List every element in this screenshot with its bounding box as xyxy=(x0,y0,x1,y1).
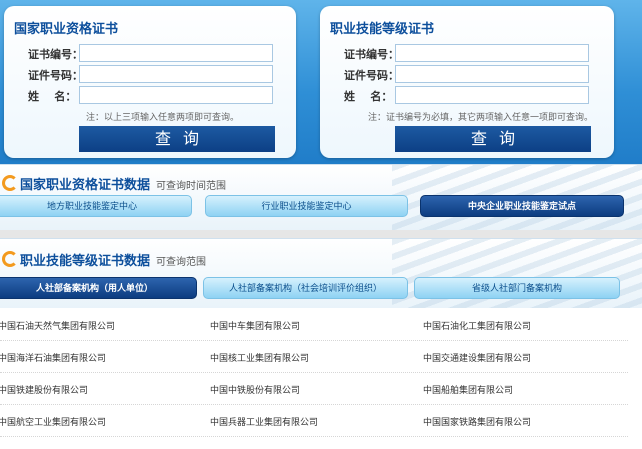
skill-id-number-label: 证件号码： xyxy=(344,69,399,82)
id-number-row: 证件号码： xyxy=(4,65,296,83)
qualification-data-heading: 国家职业资格证书数据 可查询时间范围 xyxy=(2,173,226,193)
list-item[interactable]: 中国铁建股份有限公司 xyxy=(0,383,88,396)
tab-central-enterprise-pilot[interactable]: 中央企业职业技能鉴定试点 xyxy=(420,195,624,217)
swirl-logo-icon-2 xyxy=(2,251,18,267)
id-number-label: 证件号码： xyxy=(28,69,83,82)
qualification-data-subtitle: 可查询时间范围 xyxy=(156,181,227,192)
skill-id-number-input[interactable] xyxy=(395,65,589,83)
skill-name-row: 姓 名： xyxy=(320,86,614,104)
table-row: 中国石油天然气集团有限公司 中国中车集团有限公司 中国石油化工集团有限公司 xyxy=(0,309,628,341)
tab-local-appraisal-center[interactable]: 地方职业技能鉴定中心 xyxy=(0,195,192,217)
skill-cert-number-row: 证书编号： xyxy=(320,44,614,62)
skill-name-label: 姓 名： xyxy=(344,90,393,103)
qualification-query-button[interactable]: 查询 xyxy=(79,126,275,152)
list-item[interactable]: 中国航空工业集团有限公司 xyxy=(0,415,106,428)
swirl-logo-icon xyxy=(2,175,18,191)
skill-id-number-row: 证件号码： xyxy=(320,65,614,83)
table-row: 中国铁建股份有限公司 中国中铁股份有限公司 中国船舶集团有限公司 xyxy=(0,373,628,405)
list-item[interactable]: 中国石油化工集团有限公司 xyxy=(423,319,531,332)
list-item[interactable]: 中国中铁股份有限公司 xyxy=(210,383,300,396)
cert-number-label: 证书编号： xyxy=(28,48,83,61)
name-label: 姓 名： xyxy=(28,90,77,103)
skill-cert-number-input[interactable] xyxy=(395,44,589,62)
qualification-cert-query-card: 国家职业资格证书 证书编号： 证件号码： 姓 名： 注：以上三项输入任意两项即可… xyxy=(4,6,296,158)
list-item[interactable]: 中国交通建设集团有限公司 xyxy=(423,351,531,364)
tab-industry-appraisal-center[interactable]: 行业职业技能鉴定中心 xyxy=(205,195,408,217)
list-item[interactable]: 中国核工业集团有限公司 xyxy=(210,351,309,364)
list-item[interactable]: 中国石油天然气集团有限公司 xyxy=(0,319,115,332)
skill-cert-number-label: 证书编号： xyxy=(344,48,399,61)
skill-query-button[interactable]: 查询 xyxy=(395,126,591,152)
skill-data-title: 职业技能等级证书数据 xyxy=(20,254,151,269)
section-divider xyxy=(0,230,642,238)
tab-provincial-hr-dept[interactable]: 省级人社部门备案机构 xyxy=(414,277,620,299)
id-number-input[interactable] xyxy=(79,65,273,83)
cert-number-row: 证书编号： xyxy=(4,44,296,62)
skill-name-input[interactable] xyxy=(395,86,589,104)
list-item[interactable]: 中国船舶集团有限公司 xyxy=(423,383,513,396)
list-item[interactable]: 中国兵器工业集团有限公司 xyxy=(210,415,318,428)
skill-query-hint: 注：证书编号为必填，其它两项输入任意一项即可查询。 xyxy=(368,113,594,123)
name-row: 姓 名： xyxy=(4,86,296,104)
skill-data-section: 职业技能等级证书数据 可查询范围 人社部备案机构（用人单位） 人社部备案机构（社… xyxy=(0,238,642,308)
list-item[interactable]: 中国海洋石油集团有限公司 xyxy=(0,351,106,364)
qualification-query-hint: 注：以上三项输入任意两项即可查询。 xyxy=(86,113,240,123)
skill-cert-title: 职业技能等级证书 xyxy=(330,22,435,37)
table-row: 中国海洋石油集团有限公司 中国核工业集团有限公司 中国交通建设集团有限公司 xyxy=(0,341,628,373)
tab-mohrss-training-org[interactable]: 人社部备案机构（社会培训评价组织） xyxy=(203,277,408,299)
list-item[interactable]: 中国中车集团有限公司 xyxy=(210,319,300,332)
table-row: 中国航空工业集团有限公司 中国兵器工业集团有限公司 中国国家铁路集团有限公司 xyxy=(0,405,628,437)
qualification-data-title: 国家职业资格证书数据 xyxy=(20,178,151,193)
qualification-data-section: 国家职业资格证书数据 可查询时间范围 地方职业技能鉴定中心 行业职业技能鉴定中心… xyxy=(0,164,642,230)
name-input[interactable] xyxy=(79,86,273,104)
skill-data-heading: 职业技能等级证书数据 可查询范围 xyxy=(2,249,206,269)
cert-number-input[interactable] xyxy=(79,44,273,62)
skill-cert-query-card: 职业技能等级证书 证书编号： 证件号码： 姓 名： 注：证书编号为必填，其它两项… xyxy=(320,6,614,158)
tab-mohrss-employer[interactable]: 人社部备案机构（用人单位） xyxy=(0,277,197,299)
list-item[interactable]: 中国国家铁路集团有限公司 xyxy=(423,415,531,428)
skill-data-subtitle: 可查询范围 xyxy=(156,257,207,268)
qualification-cert-title: 国家职业资格证书 xyxy=(14,22,119,37)
